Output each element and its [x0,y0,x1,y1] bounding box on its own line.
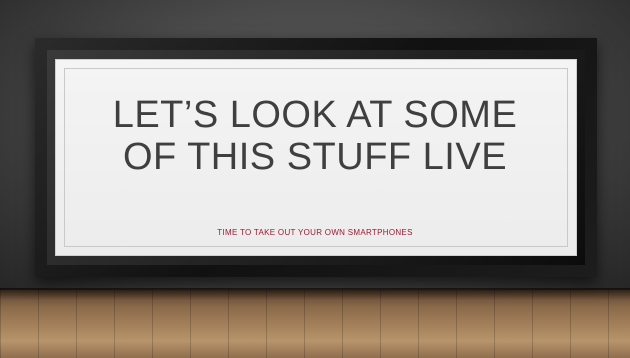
slide-title: LET’S LOOK AT SOME OF THIS STUFF LIVE [0,94,630,178]
slide-subtitle: TIME TO TAKE OUT YOUR OWN SMARTPHONES [217,228,413,237]
wood-floor [0,290,630,358]
slide-title-line-2: OF THIS STUFF LIVE [122,136,508,178]
floor-shadow [0,288,630,300]
slide-title-line-1: LET’S LOOK AT SOME [112,94,518,136]
slide: LET’S LOOK AT SOME OF THIS STUFF LIVE TI… [0,0,630,358]
